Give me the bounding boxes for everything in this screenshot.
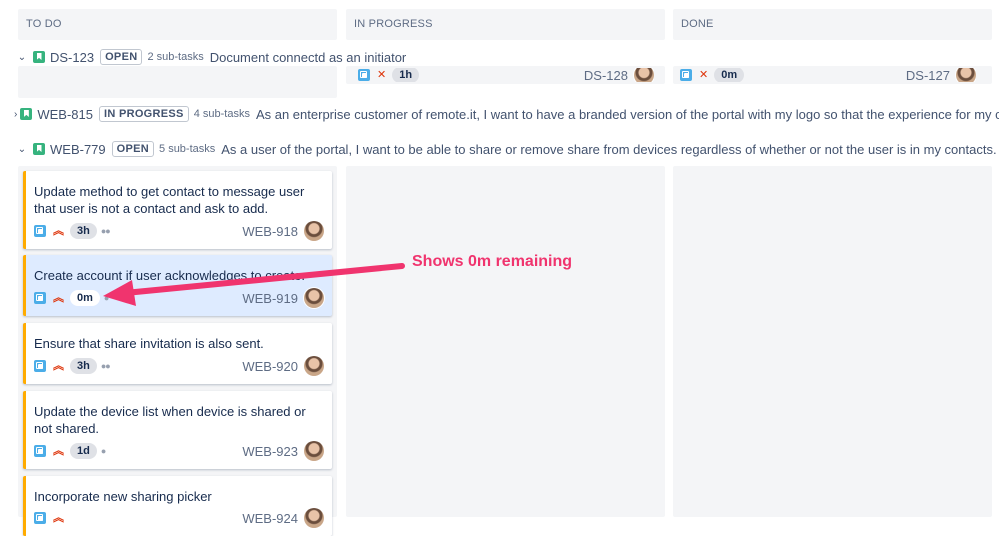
annotation-arrow [103, 263, 405, 306]
